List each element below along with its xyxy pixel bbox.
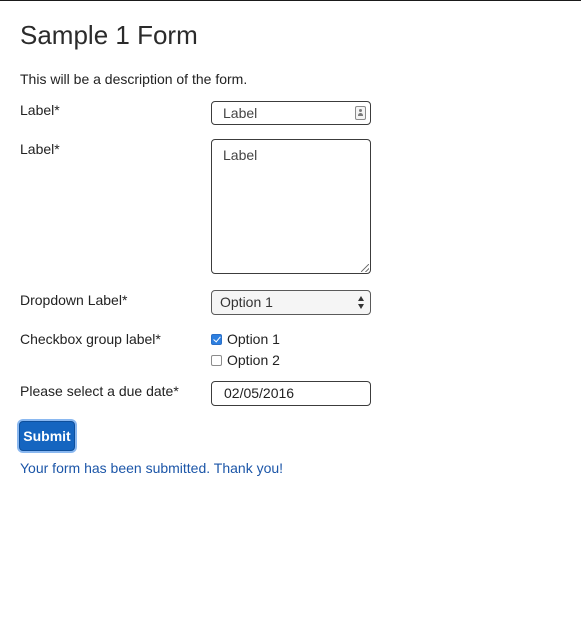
text-input-value: Label xyxy=(223,105,258,121)
resize-grip-icon[interactable] xyxy=(361,264,369,272)
checkbox-option-2-label: Option 2 xyxy=(227,352,280,368)
due-date-label: Please select a due date* xyxy=(20,383,179,399)
due-date-input[interactable]: 02/05/2016 xyxy=(211,381,371,406)
textarea-value: Label xyxy=(223,147,258,163)
textarea-field-label: Label* xyxy=(20,141,60,157)
checkbox-option-2[interactable]: Option 2 xyxy=(211,351,280,369)
dropdown-select[interactable]: Option 1 xyxy=(211,290,371,315)
contact-card-icon[interactable] xyxy=(355,106,366,120)
dropdown-selected-value: Option 1 xyxy=(220,294,273,310)
select-arrows-icon xyxy=(358,296,365,309)
text-field-label: Label* xyxy=(20,102,60,118)
checkbox-unchecked-icon[interactable] xyxy=(211,354,222,366)
checkbox-option-1-label: Option 1 xyxy=(227,331,280,347)
form-description: This will be a description of the form. xyxy=(20,71,248,87)
form-title: Sample 1 Form xyxy=(20,20,198,50)
text-input[interactable]: Label xyxy=(211,101,371,125)
submit-button[interactable]: Submit xyxy=(19,421,75,451)
checkbox-option-1[interactable]: Option 1 xyxy=(211,330,280,348)
checkbox-checked-icon[interactable] xyxy=(211,333,222,345)
window-top-border xyxy=(0,0,581,1)
checkbox-group-label: Checkbox group label* xyxy=(20,331,161,347)
success-message: Your form has been submitted. Thank you! xyxy=(20,460,284,476)
textarea-input[interactable]: Label xyxy=(211,139,371,274)
due-date-value: 02/05/2016 xyxy=(224,385,295,401)
dropdown-field-label: Dropdown Label* xyxy=(20,292,128,308)
